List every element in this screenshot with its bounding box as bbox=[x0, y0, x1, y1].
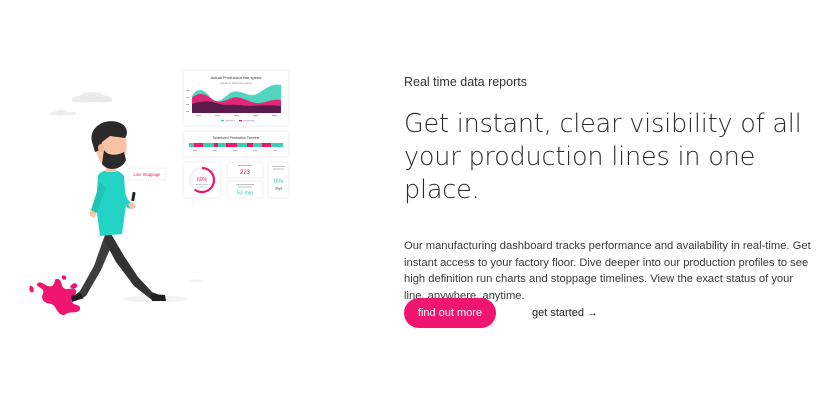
stat-card-count: 223 bbox=[226, 161, 264, 179]
section-eyebrow: Real time data reports bbox=[404, 75, 527, 89]
gauge-card: 60% bbox=[182, 161, 222, 199]
headline-line-2: your production lines in one place. bbox=[404, 142, 756, 205]
walking-person-illustration bbox=[71, 121, 166, 302]
cloud-icon bbox=[50, 110, 76, 116]
production-timeline-card: Scheduled Production Timeline bbox=[182, 130, 290, 158]
cloud-icon bbox=[72, 92, 112, 103]
stat-card-days: 0% days bbox=[267, 161, 290, 199]
get-started-link[interactable]: get started → bbox=[532, 298, 598, 328]
timeline-title: Scheduled Production Timeline bbox=[213, 136, 260, 140]
hero-section: Actual Production line speed Actual vs T… bbox=[0, 0, 831, 400]
line-stoppage-label: Line Stoppage bbox=[133, 172, 161, 177]
chart-title: Actual Production line speed bbox=[211, 75, 262, 80]
stat-unit-days: days bbox=[275, 187, 283, 191]
splash-icon bbox=[29, 275, 81, 316]
stat-value-count: 223 bbox=[240, 170, 251, 176]
hero-headline: Get instant, clear visibility of all you… bbox=[404, 108, 814, 207]
line-speed-chart-card: Actual Production line speed Actual vs T… bbox=[182, 69, 290, 127]
hero-content: Real time data reports Get instant, clea… bbox=[404, 72, 814, 304]
gauge-value: 60% bbox=[197, 177, 208, 183]
hero-illustration: Actual Production line speed Actual vs T… bbox=[0, 0, 380, 400]
headline-line-1: Get instant, clear visibility of all bbox=[404, 109, 802, 139]
stat-value-days: 0% bbox=[274, 178, 284, 185]
phone-icon bbox=[131, 192, 136, 202]
stat-value-duration: 53 min bbox=[237, 191, 254, 197]
find-out-more-button[interactable]: find out more bbox=[404, 298, 496, 328]
illustration-svg: Actual Production line speed Actual vs T… bbox=[29, 69, 290, 316]
chart-subtitle: Actual vs Target line speed bbox=[221, 81, 253, 85]
line-stoppage-tooltip: Line Stoppage bbox=[127, 167, 167, 181]
stat-card-duration: 53 min bbox=[226, 180, 264, 199]
hero-description: Our manufacturing dashboard tracks perfo… bbox=[404, 240, 811, 302]
